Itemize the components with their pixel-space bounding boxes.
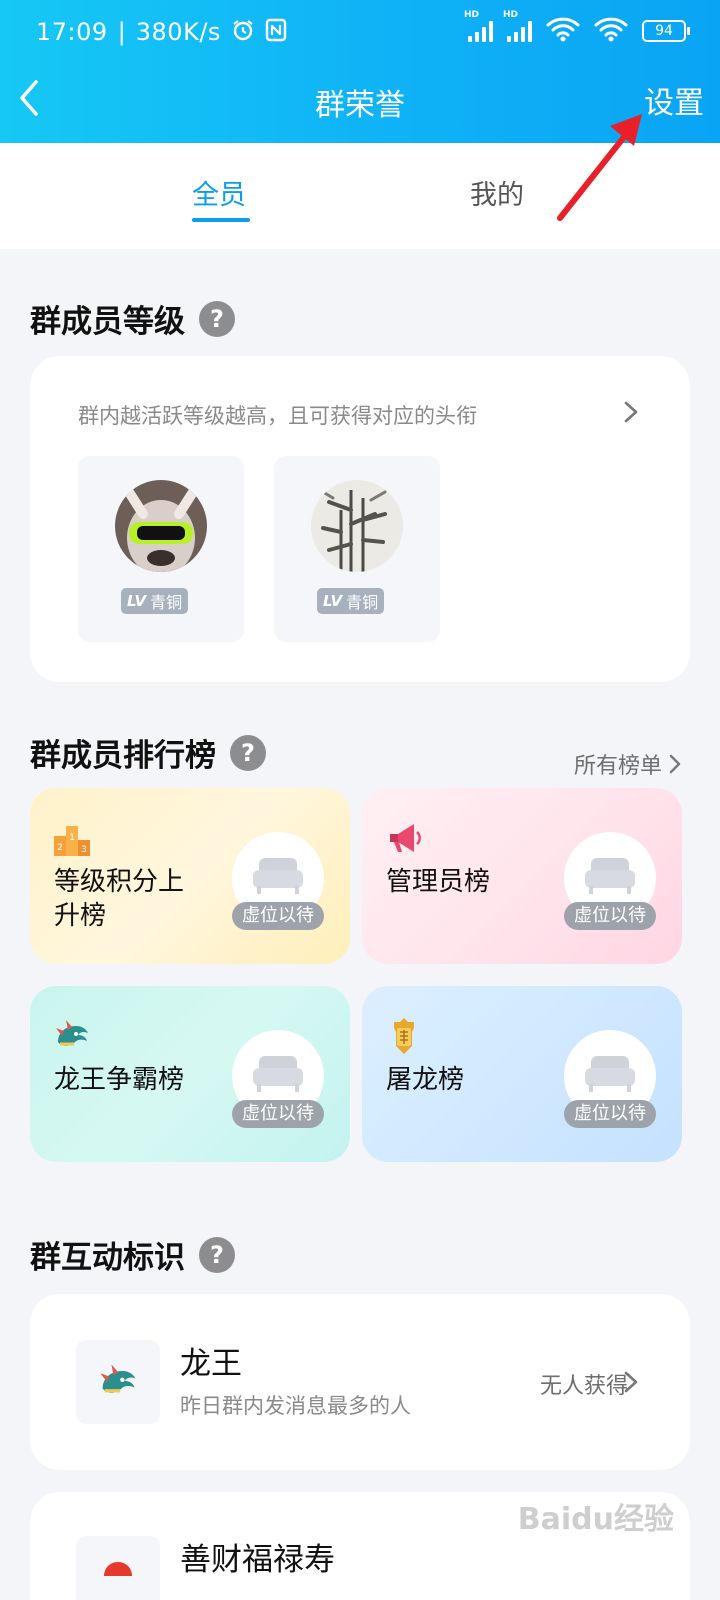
active-tab-indicator <box>192 218 250 222</box>
level-badge: LV 青铜 <box>317 588 385 614</box>
badge-icon-container <box>76 1536 160 1600</box>
badge-section-title-text: 群互动标识 <box>30 1240 185 1276</box>
status-divider: | <box>117 18 126 46</box>
sofa-icon <box>253 1056 303 1092</box>
podium-icon: 2 1 3 <box>54 826 90 856</box>
level-badge: LV 青铜 <box>121 588 189 614</box>
vacant-label: 虚位以待 <box>564 902 656 930</box>
battery-icon: 94 <box>642 20 690 42</box>
dragon-icon <box>100 1364 136 1393</box>
svg-text:2: 2 <box>57 843 63 853</box>
badge-status: 无人获得 <box>539 1374 628 1399</box>
hd-label-2: HD <box>503 10 519 20</box>
level-description: 群内越活跃等级越高，且可获得对应的头衔 <box>78 404 477 428</box>
avatar <box>311 480 403 572</box>
dragon-slayer-badge-icon <box>394 1018 414 1054</box>
level-badge-lv: LV <box>127 592 147 610</box>
tile-label: 等级积分上 <box>54 867 185 897</box>
ranking-section-title-text: 群成员排行榜 <box>30 738 216 774</box>
wifi-icon-2 <box>594 16 628 46</box>
nfc-icon <box>265 18 287 46</box>
svg-text:1: 1 <box>69 833 75 843</box>
chevron-right-icon <box>624 1371 638 1393</box>
alarm-icon <box>231 18 255 46</box>
leaderboard-tile-admin[interactable]: 管理员榜 虚位以待 <box>362 788 682 964</box>
chevron-right-icon <box>669 754 681 774</box>
tile-label: 龙王争霸榜 <box>54 1065 185 1095</box>
chevron-right-icon <box>624 401 638 423</box>
badge-icon-container <box>76 1340 160 1424</box>
level-badge-lv: LV <box>323 592 343 610</box>
leaderboard-tile-level-points[interactable]: 2 1 3 等级积分上 升榜 虚位以待 <box>30 788 350 964</box>
leaderboard-tile-dragon-slayer[interactable]: 屠龙榜 虚位以待 <box>362 986 682 1162</box>
badge-card-dragon-king[interactable]: 龙王 昨日群内发消息最多的人 无人获得 <box>30 1294 690 1470</box>
vacant-label: 虚位以待 <box>232 1100 324 1128</box>
tab-bar: 全员 我的 <box>0 143 720 249</box>
ranking-help-icon[interactable]: ? <box>230 734 266 771</box>
status-bar: 17:09 | 380K/s HD HD 94 <box>36 10 690 50</box>
badge-section-title: 群互动标识 ? <box>30 1232 235 1277</box>
level-section-title-text: 群成员等级 <box>30 304 185 340</box>
wifi-icon <box>546 16 580 46</box>
tab-mine[interactable]: 我的 <box>470 173 524 212</box>
tile-label: 管理员榜 <box>386 867 491 897</box>
avatar <box>115 480 207 572</box>
nav-bar: 群荣誉 设置 <box>0 60 720 140</box>
vacant-label: 虚位以待 <box>232 902 324 930</box>
battery-level: 94 <box>655 23 673 39</box>
badge-help-icon[interactable]: ? <box>199 1236 235 1273</box>
dragon-icon <box>56 1020 88 1046</box>
level-badge-rank: 青铜 <box>346 593 379 612</box>
vacant-label: 虚位以待 <box>564 1100 656 1128</box>
level-badge-rank: 青铜 <box>150 593 183 612</box>
sofa-icon <box>585 1056 635 1092</box>
sofa-icon <box>585 858 635 894</box>
badge-name: 龙王 <box>180 1346 242 1382</box>
megaphone-icon <box>390 824 421 852</box>
svg-text:3: 3 <box>81 845 87 855</box>
status-speed: 380K/s <box>135 18 221 46</box>
level-help-icon[interactable]: ? <box>199 300 235 337</box>
badge-description: 昨日群内发消息最多的人 <box>180 1394 411 1418</box>
sofa-icon <box>253 858 303 894</box>
ranking-section-title: 群成员排行榜 ? <box>30 730 266 775</box>
hd-label: HD <box>464 10 480 20</box>
level-card[interactable]: 群内越活跃等级越高，且可获得对应的头衔 LV 青铜 LV 青铜 <box>30 356 690 682</box>
badge-name: 善财福禄寿 <box>180 1542 335 1578</box>
tile-label: 屠龙榜 <box>386 1065 465 1095</box>
member-card[interactable]: LV 青铜 <box>274 456 440 642</box>
signal-icon-2: HD <box>503 10 532 42</box>
all-lists-link[interactable]: 所有榜单 <box>574 748 682 780</box>
level-section-title: 群成员等级 ? <box>30 296 235 341</box>
tile-label-line2: 升榜 <box>54 901 107 931</box>
page-title: 群荣誉 <box>315 88 405 123</box>
all-lists-label: 所有榜单 <box>573 754 662 779</box>
status-time: 17:09 <box>36 18 108 46</box>
leaderboard-tile-dragon-king[interactable]: 龙王争霸榜 虚位以待 <box>30 986 350 1162</box>
settings-button[interactable]: 设置 <box>644 78 704 122</box>
signal-icon: HD <box>464 10 493 42</box>
red-envelope-icon <box>104 1562 132 1576</box>
member-card[interactable]: LV 青铜 <box>78 456 244 642</box>
watermark: Baidu经验 <box>517 1502 674 1537</box>
app-header: 17:09 | 380K/s HD HD 94 群荣誉 设置 <box>0 0 720 143</box>
tab-all[interactable]: 全员 <box>192 173 246 212</box>
